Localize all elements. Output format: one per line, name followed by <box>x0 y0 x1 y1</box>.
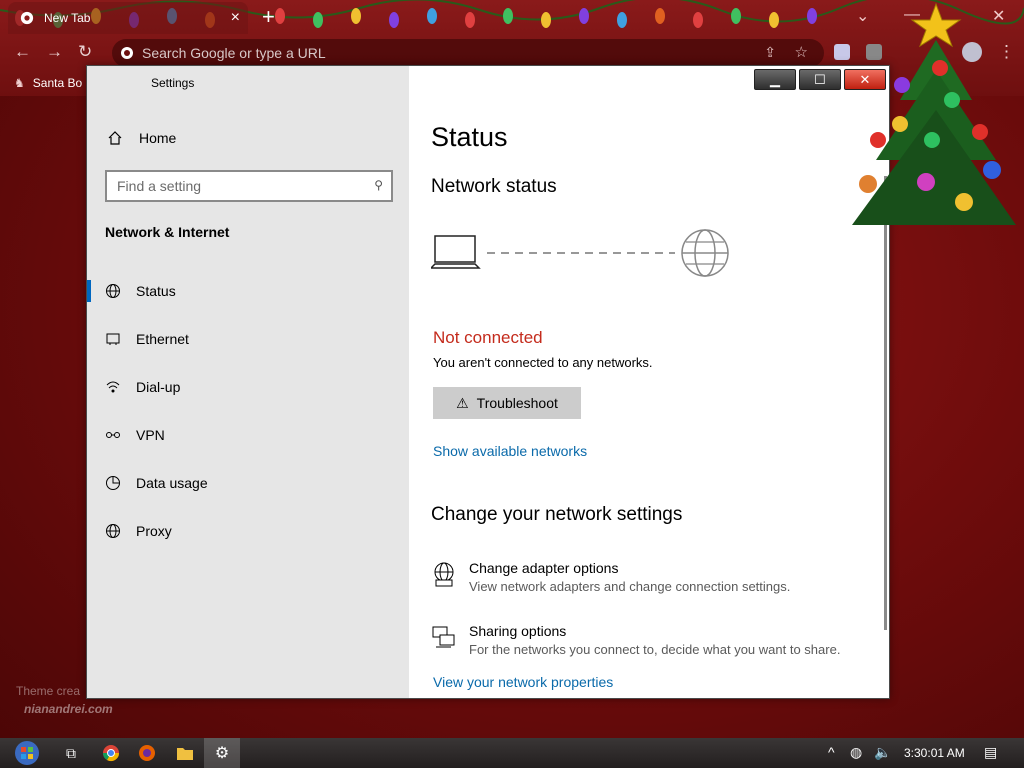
sidebar-item-ethernet[interactable]: Ethernet <box>87 315 409 363</box>
task-view-icon: ⧉ <box>66 744 76 761</box>
home-label: Home <box>139 130 177 146</box>
network-status-heading: Network status <box>431 176 557 197</box>
maximize-button[interactable]: ☐ <box>799 69 841 90</box>
connection-state: Not connected <box>433 328 543 347</box>
show-networks-link[interactable]: Show available networks <box>433 443 587 459</box>
adapter-description: View network adapters and change connect… <box>469 579 791 594</box>
omnibox[interactable]: Search Google or type a URL ⇪ ☆ <box>112 39 824 67</box>
minimize-icon: ▁ <box>770 71 780 87</box>
sidebar-item-proxy[interactable]: Proxy <box>87 507 409 555</box>
change-settings-heading: Change your network settings <box>431 504 683 525</box>
desktop-watermark: Theme crea <box>16 684 81 698</box>
globe-icon <box>105 283 121 299</box>
chrome-icon <box>102 745 120 762</box>
start-button[interactable] <box>12 740 42 766</box>
sharing-title: Sharing options <box>469 623 567 639</box>
adapter-title: Change adapter options <box>469 560 619 576</box>
settings-main: Status Network status Not connected You … <box>409 66 889 698</box>
adapter-icon <box>434 562 454 587</box>
settings-window: Settings Home Find a setting ⚲ Network &… <box>86 65 890 699</box>
window-title: Settings <box>151 76 195 90</box>
forward-icon[interactable]: → <box>46 42 63 62</box>
search-icon: ⚲ <box>374 178 383 192</box>
tab-new-tab[interactable]: New Tab × <box>8 2 248 34</box>
sidebar-item-vpn[interactable]: VPN <box>87 411 409 459</box>
folder-icon <box>177 748 193 760</box>
taskbar-chrome[interactable] <box>100 742 122 764</box>
ethernet-icon <box>105 331 121 347</box>
search-input[interactable]: Find a setting ⚲ <box>105 170 393 202</box>
tab-title: New Tab <box>44 11 91 25</box>
taskbar-file-explorer[interactable] <box>174 742 196 764</box>
search-placeholder: Find a setting <box>117 178 202 194</box>
taskbar-clock[interactable]: 3:30:01 AM <box>904 746 965 760</box>
omnibox-placeholder: Search Google or type a URL <box>142 45 326 61</box>
network-properties-link[interactable]: View your network properties <box>433 674 613 690</box>
page-title: Status <box>431 122 508 152</box>
home-link[interactable]: Home <box>105 130 176 146</box>
sidebar-item-status[interactable]: Status <box>87 267 409 315</box>
scrollbar[interactable] <box>884 176 887 630</box>
bookmark-item[interactable]: ♞ Santa Bo <box>14 76 82 90</box>
new-tab-button[interactable]: + <box>262 4 275 30</box>
sidebar-item-label: Data usage <box>136 475 208 491</box>
task-view-button[interactable]: ⧉ <box>60 742 82 764</box>
back-icon[interactable]: ← <box>14 42 31 62</box>
sidebar-item-data-usage[interactable]: Data usage <box>87 459 409 507</box>
settings-sidebar: Settings Home Find a setting ⚲ Network &… <box>87 66 409 698</box>
sharing-description: For the networks you connect to, decide … <box>469 642 841 657</box>
volume-icon[interactable]: 🔈 <box>874 744 891 761</box>
section-header: Network & Internet <box>105 224 230 240</box>
troubleshoot-button[interactable]: ⚠ Troubleshoot <box>433 387 581 419</box>
network-diagram <box>431 229 729 277</box>
bookmark-icon: ♞ <box>14 76 25 90</box>
google-icon <box>121 47 133 59</box>
globe-icon <box>105 523 121 539</box>
taskbar-firefox[interactable] <box>136 742 158 764</box>
share-icon[interactable]: ⇪ <box>764 44 776 61</box>
tab-close-icon[interactable]: × <box>231 9 240 27</box>
bookmark-star-icon[interactable]: ☆ <box>795 43 808 61</box>
maximize-icon: ☐ <box>814 71 826 87</box>
show-hidden-icons[interactable]: ^ <box>828 744 835 760</box>
gear-icon: ⚙ <box>214 745 230 762</box>
home-icon <box>108 131 122 145</box>
notifications-icon[interactable]: ▤ <box>984 744 997 761</box>
taskbar-settings[interactable]: ⚙ <box>211 742 233 764</box>
troubleshoot-label: Troubleshoot <box>476 395 558 411</box>
sidebar-item-dial-up[interactable]: Dial-up <box>87 363 409 411</box>
windows-icon <box>15 741 39 765</box>
globe-icon <box>681 229 729 277</box>
sidebar-item-label: Dial-up <box>136 379 181 395</box>
reload-icon[interactable]: ↻ <box>78 42 92 62</box>
firefox-icon <box>139 745 155 761</box>
minimize-button[interactable]: ▁ <box>754 69 796 90</box>
connection-description: You aren't connected to any networks. <box>433 355 653 370</box>
data-usage-icon <box>105 475 121 491</box>
chrome-icon <box>20 11 34 25</box>
laptop-icon <box>431 235 481 269</box>
sidebar-item-label: Proxy <box>136 523 172 539</box>
dialup-icon <box>105 379 121 395</box>
taskbar: ⧉ ⚙ ^ ◍ 🔈 3:30:01 AM ▤ <box>0 738 1024 768</box>
warning-icon: ⚠ <box>456 394 469 411</box>
network-tray-icon[interactable]: ◍ <box>850 744 862 761</box>
sharing-icon <box>432 626 455 648</box>
sidebar-item-label: VPN <box>136 427 165 443</box>
desktop-watermark-url: nianandrei.com <box>24 702 113 716</box>
vpn-icon <box>105 427 121 443</box>
sidebar-item-label: Status <box>136 283 176 299</box>
christmas-tree-decoration <box>852 2 1016 225</box>
bookmark-label: Santa Bo <box>32 76 83 90</box>
sidebar-item-label: Ethernet <box>136 331 189 347</box>
